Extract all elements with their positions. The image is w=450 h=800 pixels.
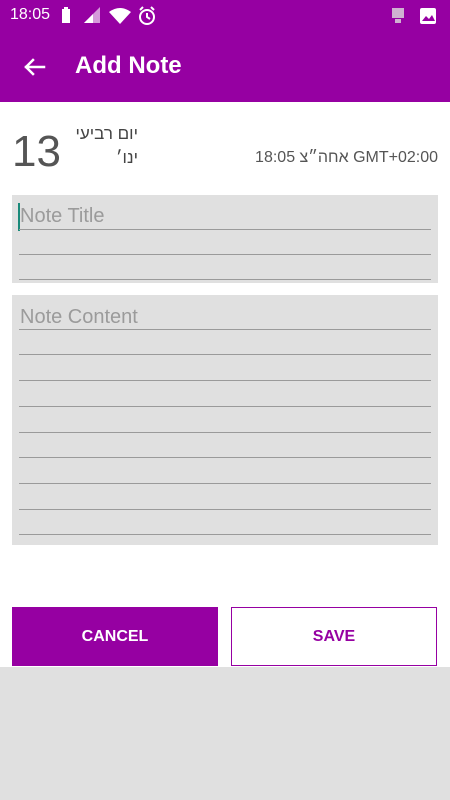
- save-button[interactable]: SAVE: [231, 607, 437, 666]
- alarm-icon: [139, 6, 155, 25]
- status-time: 18:05: [10, 6, 51, 23]
- status-icons-right: [390, 6, 440, 26]
- note-content-placeholder: Note Content: [20, 306, 138, 328]
- date-weekday: יום רביעי: [75, 124, 138, 143]
- note-content-field[interactable]: Note Content: [12, 295, 438, 545]
- date-day: 13: [12, 127, 61, 176]
- back-button[interactable]: [20, 52, 50, 82]
- note-form: 13 יום רביעי ינו׳ 18:05 אחה״צ GMT+02:00 …: [0, 102, 450, 667]
- status-bar: 18:05: [0, 0, 450, 32]
- page-title: Add Note: [75, 52, 182, 79]
- signal-icon: [84, 7, 100, 23]
- cancel-button[interactable]: CANCEL: [12, 607, 218, 666]
- time-zone: 18:05 אחה״צ GMT+02:00: [255, 149, 438, 166]
- arrow-left-icon: [24, 58, 46, 76]
- date-month: ינו׳: [116, 148, 138, 167]
- note-title-placeholder: Note Title: [20, 205, 105, 227]
- battery-icon: [62, 7, 70, 23]
- notification-icon: [392, 8, 404, 23]
- note-title-field[interactable]: Note Title: [12, 195, 438, 283]
- wifi-icon: [109, 8, 131, 24]
- app-bar: Add Note: [0, 32, 450, 102]
- image-icon: [420, 8, 436, 24]
- status-icons-left: [60, 6, 170, 26]
